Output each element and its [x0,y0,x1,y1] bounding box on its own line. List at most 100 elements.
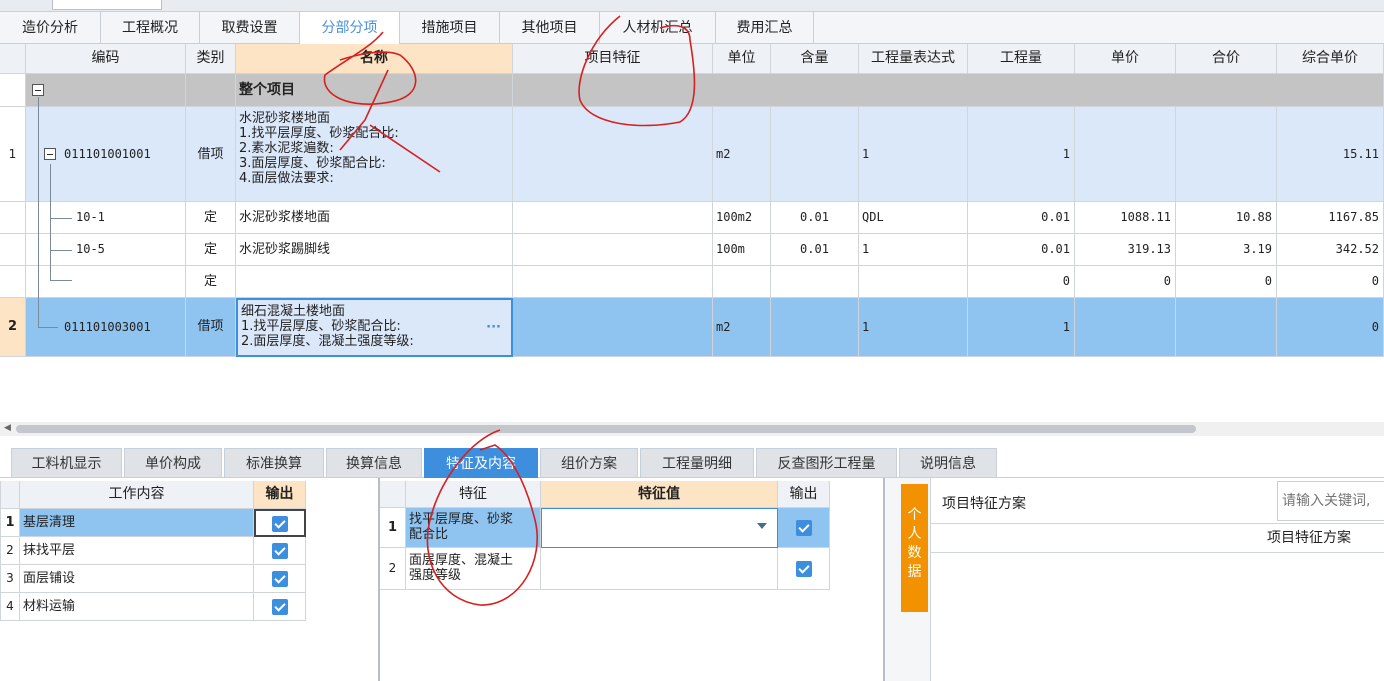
row-unit-price[interactable]: 319.13 [1075,234,1176,266]
row-type[interactable]: 定 [186,266,236,298]
header-output[interactable]: 输出 [778,481,830,508]
row-quantity[interactable]: 0.01 [968,202,1075,234]
row-content[interactable] [771,266,859,298]
top-mini-field[interactable] [52,0,162,10]
tab-quantity-details[interactable]: 工程量明细 [640,448,754,478]
feature-value-cell[interactable] [541,548,778,590]
row-quantity[interactable]: 0 [968,266,1075,298]
row-features[interactable] [513,266,713,298]
row-unit[interactable]: m2 [713,298,771,357]
horizontal-scrollbar[interactable]: ◀ [0,422,1384,436]
tab-unit-price-composition[interactable]: 单价构成 [124,448,222,478]
row-composite-price[interactable]: 1167.85 [1277,202,1384,234]
output-checkbox[interactable] [254,593,306,621]
row-name[interactable]: 水泥砂浆楼地面 1.找平层厚度、砂浆配合比: 2.素水泥浆遍数: 3.面层厚度、… [236,107,513,202]
row-composite-price[interactable]: 15.11 [1277,107,1384,202]
scheme-column-header[interactable]: 项目特征方案 [931,523,1384,553]
feature-label[interactable]: 面层厚度、混凝土 强度等级 [406,548,541,590]
tab-project-overview[interactable]: 工程概况 [101,12,200,44]
work-item-label[interactable]: 抹找平层 [20,537,254,565]
row-composite-price[interactable]: 342.52 [1277,234,1384,266]
header-total[interactable]: 合价 [1176,44,1277,74]
header-feature-value[interactable]: 特征值 [541,481,778,508]
row-name-editor[interactable]: 细石混凝土楼地面 1.找平层厚度、砂浆配合比: 2.面层厚度、混凝土强度等级: … [236,298,513,357]
row-total[interactable] [1176,107,1277,202]
row-quantity[interactable]: 0.01 [968,234,1075,266]
tab-cost-summary[interactable]: 费用汇总 [716,12,814,44]
collapse-icon[interactable] [32,84,44,96]
row-expression[interactable]: 1 [859,234,968,266]
row-unit[interactable]: m2 [713,107,771,202]
row-number[interactable]: 2 [0,537,20,565]
row-number[interactable] [0,234,26,266]
tab-labor-material-display[interactable]: 工料机显示 [11,448,122,478]
output-checkbox[interactable] [778,548,830,590]
header-unit[interactable]: 单位 [713,44,771,74]
row-total[interactable]: 3.19 [1176,234,1277,266]
row-total[interactable]: 10.88 [1176,202,1277,234]
work-item-label[interactable]: 材料运输 [20,593,254,621]
header-qty-expression[interactable]: 工程量表达式 [859,44,968,74]
row-type[interactable]: 定 [186,202,236,234]
header-content[interactable]: 含量 [771,44,859,74]
tab-features-content[interactable]: 特征及内容 [424,448,538,478]
header-type[interactable]: 类别 [186,44,236,74]
work-item-label[interactable]: 基层清理 [20,509,254,537]
row-unit-price[interactable] [1075,107,1176,202]
row-number[interactable]: 3 [0,565,20,593]
row-type[interactable]: 定 [186,234,236,266]
row-composite-price[interactable]: 0 [1277,298,1384,357]
output-checkbox[interactable] [254,565,306,593]
tab-other-items[interactable]: 其他项目 [500,12,600,44]
scrollbar-thumb[interactable] [16,425,1196,433]
row-features[interactable] [513,202,713,234]
personal-data-tab[interactable]: 个人数据 [901,484,928,612]
header-quantity[interactable]: 工程量 [968,44,1075,74]
row-unit[interactable] [713,266,771,298]
row-name[interactable]: 水泥砂浆楼地面 [236,202,513,234]
row-name[interactable]: 水泥砂浆踢脚线 [236,234,513,266]
tab-reverse-lookup-quantity[interactable]: 反查图形工程量 [756,448,897,478]
row-total[interactable]: 0 [1176,266,1277,298]
tab-conversion-info[interactable]: 换算信息 [326,448,422,478]
tab-cost-analysis[interactable]: 造价分析 [0,12,101,44]
row-expression[interactable]: QDL [859,202,968,234]
tab-description[interactable]: 说明信息 [899,448,997,478]
row-features[interactable] [513,107,713,202]
feature-label[interactable]: 找平层厚度、砂浆 配合比 [406,508,541,548]
row-type[interactable]: 借项 [186,298,236,357]
header-unit-price[interactable]: 单价 [1075,44,1176,74]
output-checkbox[interactable] [778,508,830,548]
tab-fee-settings[interactable]: 取费设置 [200,12,300,44]
header-output[interactable]: 输出 [254,481,306,509]
row-composite-price[interactable]: 0 [1277,266,1384,298]
row-number[interactable]: 2 [0,298,26,357]
row-quantity[interactable]: 1 [968,298,1075,357]
row-number[interactable]: 1 [380,508,406,548]
row-unit-price[interactable] [1075,298,1176,357]
row-type[interactable]: 借项 [186,107,236,202]
row-unit-price[interactable]: 1088.11 [1075,202,1176,234]
header-feature[interactable]: 特征 [406,481,541,508]
row-content[interactable] [771,107,859,202]
chevron-down-icon[interactable] [757,523,767,529]
tab-labor-material-summary[interactable]: 人材机汇总 [600,12,716,44]
header-composite-price[interactable]: 综合单价 [1277,44,1384,74]
row-expression[interactable]: 1 [859,298,968,357]
row-total[interactable] [1176,298,1277,357]
header-code[interactable]: 编码 [26,44,186,74]
output-checkbox[interactable] [254,537,306,565]
header-features[interactable]: 项目特征 [513,44,713,74]
row-number[interactable] [0,266,26,298]
group-row-code-cell[interactable] [26,74,186,107]
tab-measures[interactable]: 措施项目 [400,12,500,44]
tab-standard-conversion[interactable]: 标准换算 [224,448,324,478]
row-features[interactable] [513,234,713,266]
row-unit[interactable]: 100m2 [713,202,771,234]
feature-value-dropdown[interactable] [541,508,778,548]
row-expression[interactable]: 1 [859,107,968,202]
collapse-icon[interactable] [44,148,56,160]
row-content[interactable] [771,298,859,357]
row-number[interactable]: 4 [0,593,20,621]
row-number[interactable] [0,202,26,234]
